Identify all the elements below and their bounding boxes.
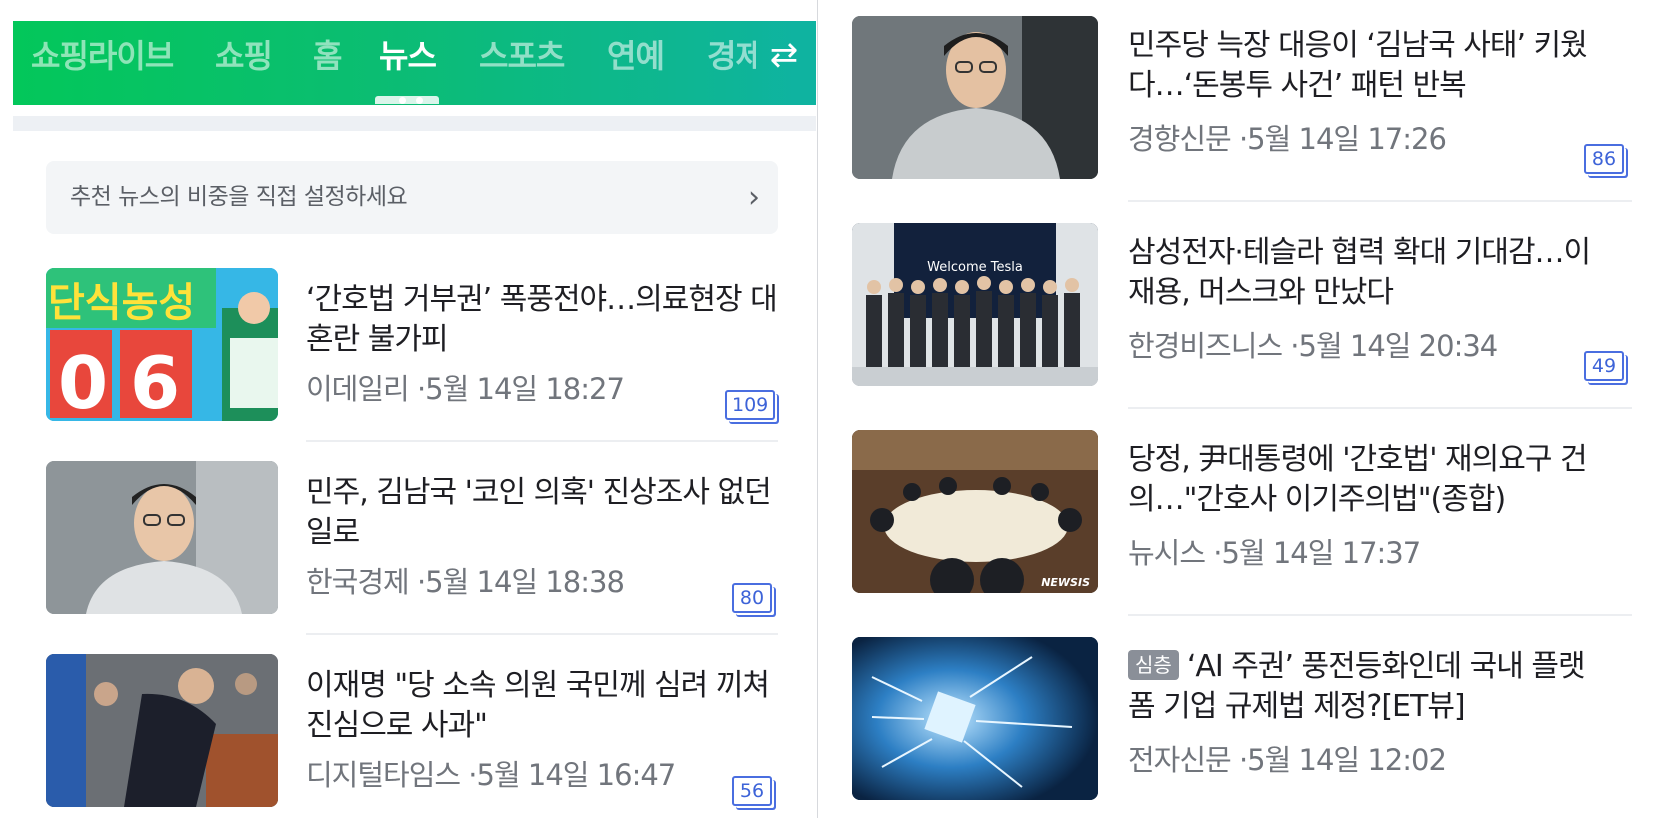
tab-economy[interactable]: 경제 xyxy=(707,31,756,81)
article-time: 5월 14일 16:47 xyxy=(476,758,677,792)
article-time: 5월 14일 18:38 xyxy=(425,565,625,599)
article-source: 디지털타임스 xyxy=(306,758,461,792)
article-source: 한경비즈니스 xyxy=(1128,329,1283,363)
article-thumbnail xyxy=(46,461,278,614)
portrait-photo-image xyxy=(46,461,278,614)
category-tab-bar: 쇼핑라이브 쇼핑 홈 뉴스 스포츠 연예 경제 ⇄ xyxy=(13,21,816,105)
article-meta: 뉴시스 ·5월 14일 17:37 xyxy=(1128,530,1421,572)
left-pane: 쇼핑라이브 쇼핑 홈 뉴스 스포츠 연예 경제 ⇄ 추천 뉴스의 비중을 직접 … xyxy=(0,0,818,818)
chevron-right-icon: › xyxy=(748,180,760,215)
section-divider xyxy=(13,116,816,131)
meta-separator: · xyxy=(408,372,426,406)
comment-count-badge[interactable]: 86 xyxy=(1584,144,1624,174)
tab-shopping-live[interactable]: 쇼핑라이브 xyxy=(31,31,174,81)
article-source: 전자신문 xyxy=(1128,743,1232,777)
thumb-digit-6: 6 xyxy=(130,341,180,421)
portrait-photo-image xyxy=(852,16,1098,179)
comment-count-badge[interactable]: 56 xyxy=(732,776,772,806)
active-tab-indicator xyxy=(375,96,439,104)
thumb-text-sign: 단식농성 xyxy=(48,280,195,326)
article-meta: 경향신문 ·5월 14일 17:26 xyxy=(1128,116,1447,158)
recommendation-setting-banner[interactable]: 추천 뉴스의 비중을 직접 설정하세요 › xyxy=(46,161,778,234)
article-title[interactable]: 민주, 김남국 '코인 의혹' 진상조사 없던 일로 xyxy=(306,473,778,553)
group-photo-image: Welcome Tesla xyxy=(852,223,1098,386)
thumb-digit-0: 0 xyxy=(58,341,108,421)
article-meta: 한국경제 ·5월 14일 18:38 xyxy=(306,559,625,601)
news-item[interactable]: 민주, 김남국 '코인 의혹' 진상조사 없던 일로 한국경제 ·5월 14일 … xyxy=(46,461,778,616)
meta-separator: · xyxy=(1230,743,1248,777)
tab-sports[interactable]: 스포츠 xyxy=(479,31,565,81)
setting-banner-label: 추천 뉴스의 비중을 직접 설정하세요 xyxy=(70,184,408,210)
tab-entertainment[interactable]: 연예 xyxy=(607,31,665,81)
news-item[interactable]: 이재명 "당 소속 의원 국민께 심려 끼쳐 진심으로 사과" 디지털타임스 ·… xyxy=(46,654,778,809)
row-divider xyxy=(306,633,778,635)
article-thumbnail: 단식농성 0 6 xyxy=(46,268,278,421)
meta-separator: · xyxy=(1205,536,1222,570)
thumb-text-welcome: Welcome Tesla xyxy=(927,260,1023,275)
comment-count-badge[interactable]: 80 xyxy=(732,583,772,613)
article-meta: 이데일리 ·5월 14일 18:27 xyxy=(306,366,625,408)
article-title[interactable]: 민주당 늑장 대응이 ‘김남국 사태’ 키웠다…‘돈봉투 사건’ 패턴 반복 xyxy=(1128,26,1608,106)
article-title[interactable]: 삼성전자·테슬라 협력 확대 기대감…이재용, 머스크와 만났다 xyxy=(1128,233,1608,313)
article-meta: 디지털타임스 ·5월 14일 16:47 xyxy=(306,752,677,794)
news-item[interactable]: 심층 ‘AI 주권’ 풍전등화인데 국내 플랫폼 기업 규제법 제정?[ET뷰] … xyxy=(852,637,1632,802)
article-meta: 한경비즈니스 ·5월 14일 20:34 xyxy=(1128,323,1499,365)
protest-sign-image: 단식농성 0 6 xyxy=(46,268,278,421)
news-item[interactable]: Welcome Tesla 삼성전자·테슬라 협력 확대 기대감…이재용, 머스 xyxy=(852,223,1632,388)
article-source: 경향신문 xyxy=(1128,122,1232,156)
article-thumbnail: NEWSIS xyxy=(852,430,1098,593)
article-time: 5월 14일 18:27 xyxy=(425,372,625,406)
article-title[interactable]: 이재명 "당 소속 의원 국민께 심려 끼쳐 진심으로 사과" xyxy=(306,666,778,746)
circuit-chip-image xyxy=(852,637,1098,800)
in-depth-tag: 심층 xyxy=(1128,650,1179,680)
comment-count-badge[interactable]: 109 xyxy=(725,390,776,420)
article-thumbnail: Welcome Tesla xyxy=(852,223,1098,386)
article-source: 뉴시스 xyxy=(1128,536,1206,570)
article-title-text: ‘AI 주권’ 풍전등화인데 국내 플랫폼 기업 규제법 제정?[ET뷰] xyxy=(1128,649,1586,724)
tab-shopping[interactable]: 쇼핑 xyxy=(215,31,273,81)
pane-divider xyxy=(817,0,818,818)
press-conference-image xyxy=(46,654,278,807)
article-thumbnail xyxy=(46,654,278,807)
article-time: 5월 14일 12:02 xyxy=(1247,743,1447,777)
meta-separator: · xyxy=(460,758,477,792)
meta-separator: · xyxy=(408,565,426,599)
article-time: 5월 14일 17:37 xyxy=(1221,536,1421,570)
article-meta: 전자신문 ·5월 14일 12:02 xyxy=(1128,737,1447,779)
comment-count-badge[interactable]: 49 xyxy=(1584,351,1624,381)
news-item[interactable]: 단식농성 0 6 ‘간호법 거부권’ 폭풍전야…의료현장 대혼란 불가피 이데일… xyxy=(46,268,778,423)
article-title[interactable]: ‘간호법 거부권’ 폭풍전야…의료현장 대혼란 불가피 xyxy=(306,280,778,360)
article-source: 한국경제 xyxy=(306,565,410,599)
article-time: 5월 14일 17:26 xyxy=(1247,122,1447,156)
news-item[interactable]: NEWSIS 당정, 尹대통령에 '간호법' 재의요구 건의…"간호사 이기주의… xyxy=(852,430,1632,595)
row-divider xyxy=(1128,200,1632,202)
article-thumbnail xyxy=(852,16,1098,179)
article-title[interactable]: 심층 ‘AI 주권’ 풍전등화인데 국내 플랫폼 기업 규제법 제정?[ET뷰] xyxy=(1128,647,1608,727)
tab-list: 쇼핑라이브 쇼핑 홈 뉴스 스포츠 연예 경제 xyxy=(13,21,756,105)
swap-arrows-icon[interactable]: ⇄ xyxy=(762,33,806,77)
tab-home[interactable]: 홈 xyxy=(313,31,342,81)
tab-news[interactable]: 뉴스 xyxy=(379,31,437,81)
news-item[interactable]: 민주당 늑장 대응이 ‘김남국 사태’ 키웠다…‘돈봉투 사건’ 패턴 반복 경… xyxy=(852,16,1632,181)
row-divider xyxy=(306,440,778,442)
article-title[interactable]: 당정, 尹대통령에 '간호법' 재의요구 건의…"간호사 이기주의법"(종합) xyxy=(1128,440,1608,520)
article-thumbnail xyxy=(852,637,1098,800)
row-divider xyxy=(1128,614,1632,616)
row-divider xyxy=(1128,407,1632,409)
thumb-watermark: NEWSIS xyxy=(1041,576,1090,589)
article-source: 이데일리 xyxy=(306,372,410,406)
meta-separator: · xyxy=(1230,122,1248,156)
meta-separator: · xyxy=(1282,329,1299,363)
meeting-room-image: NEWSIS xyxy=(852,430,1098,593)
article-time: 5월 14일 20:34 xyxy=(1298,329,1499,363)
